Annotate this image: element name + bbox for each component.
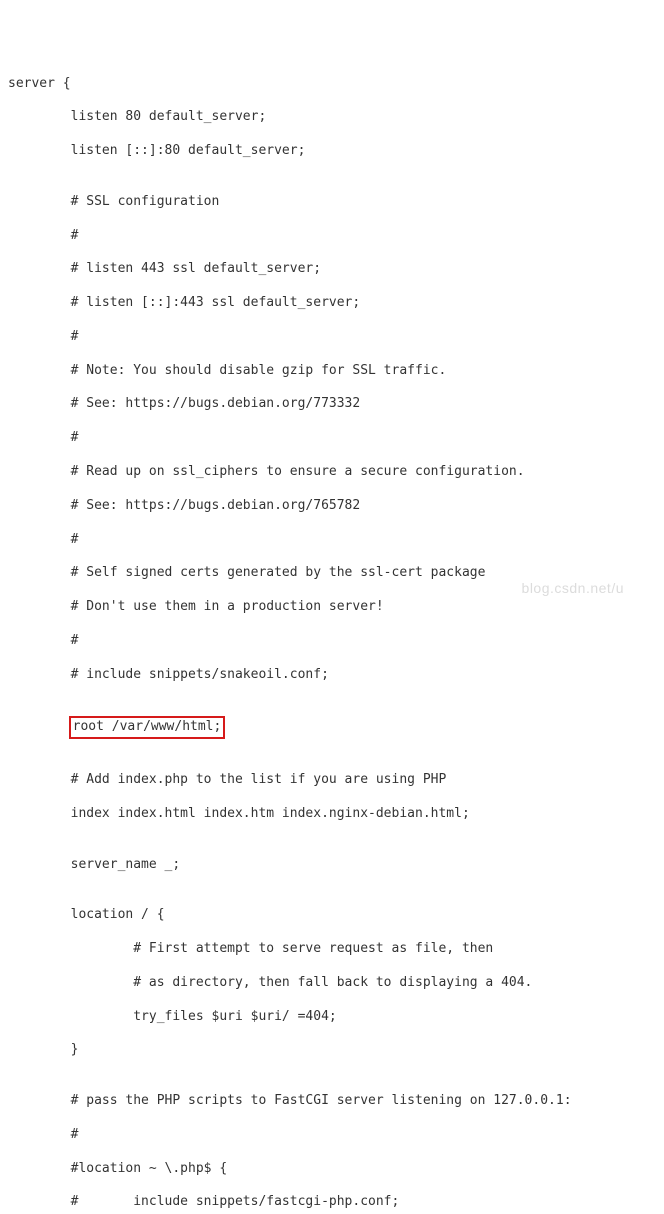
- code-line: index index.html index.htm index.nginx-d…: [8, 806, 656, 823]
- code-line: listen 80 default_server;: [8, 109, 656, 126]
- code-line: # See: https://bugs.debian.org/765782: [8, 498, 656, 515]
- code-line: # Self signed certs generated by the ssl…: [8, 565, 656, 582]
- code-line: # as directory, then fall back to displa…: [8, 975, 656, 992]
- highlight-root-directive: root /var/www/html;: [69, 716, 226, 739]
- code-line: #: [8, 329, 656, 346]
- code-line: # listen [::]:443 ssl default_server;: [8, 295, 656, 312]
- code-line: listen [::]:80 default_server;: [8, 143, 656, 160]
- code-line: #: [8, 228, 656, 245]
- code-line: # Add index.php to the list if you are u…: [8, 772, 656, 789]
- code-line: #: [8, 1127, 656, 1144]
- code-line: }: [8, 1042, 656, 1059]
- code-line: # See: https://bugs.debian.org/773332: [8, 396, 656, 413]
- code-line: #: [8, 633, 656, 650]
- code-line: # Note: You should disable gzip for SSL …: [8, 363, 656, 380]
- code-line: # include snippets/fastcgi-php.conf;: [8, 1194, 656, 1211]
- code-line: # First attempt to serve request as file…: [8, 941, 656, 958]
- code-line: # listen 443 ssl default_server;: [8, 261, 656, 278]
- watermark: blog.csdn.net/u: [522, 579, 624, 597]
- code-line: location / {: [8, 907, 656, 924]
- code-line-highlighted: root /var/www/html;: [8, 717, 656, 738]
- code-line: server {: [8, 76, 656, 93]
- code-line: #: [8, 532, 656, 549]
- code-line: # Read up on ssl_ciphers to ensure a sec…: [8, 464, 656, 481]
- code-line: # Don't use them in a production server!: [8, 599, 656, 616]
- code-line: server_name _;: [8, 857, 656, 874]
- code-line: #: [8, 430, 656, 447]
- indent: [8, 719, 71, 734]
- code-line: # pass the PHP scripts to FastCGI server…: [8, 1093, 656, 1110]
- code-line: #location ~ \.php$ {: [8, 1161, 656, 1178]
- code-line: # SSL configuration: [8, 194, 656, 211]
- code-line: try_files $uri $uri/ =404;: [8, 1009, 656, 1026]
- code-line: # include snippets/snakeoil.conf;: [8, 667, 656, 684]
